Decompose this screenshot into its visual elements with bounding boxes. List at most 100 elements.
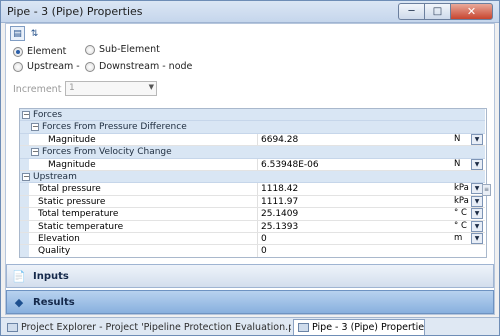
- category-pressure-difference[interactable]: − Forces From Pressure Difference: [20, 121, 485, 134]
- radio-element[interactable]: Element: [13, 46, 66, 57]
- radio-downstream-label: Downstream - node: [99, 61, 193, 72]
- maximize-button[interactable]: □: [424, 3, 450, 20]
- unit-label: ° C: [454, 220, 467, 231]
- grid-divider: [257, 133, 258, 146]
- close-button[interactable]: ✕: [450, 3, 493, 20]
- grid-divider: [257, 220, 258, 232]
- unit-label: kPa: [454, 195, 469, 206]
- minimize-button[interactable]: ─: [398, 3, 424, 20]
- unit-dropdown-icon[interactable]: ▼: [471, 220, 483, 232]
- unit-dropdown-icon[interactable]: ▼: [471, 233, 483, 244]
- unit-dropdown-icon[interactable]: ▼: [471, 133, 483, 145]
- unit-label: m: [454, 233, 463, 243]
- grid-gutter: [20, 233, 29, 245]
- unit-label: ° C: [454, 208, 467, 219]
- category-forces[interactable]: − Forces: [20, 109, 485, 122]
- window-title: Pipe - 3 (Pipe) Properties: [7, 5, 143, 18]
- unit-label: N: [454, 133, 461, 144]
- grid-divider: [257, 158, 258, 170]
- tab-pipe-properties-label: Pipe - 3 (Pipe) Properties: [312, 322, 425, 333]
- grid-row[interactable]: Elevation 0 m ▼: [20, 233, 485, 246]
- grid-gutter: [20, 245, 29, 257]
- grid-gutter: [20, 158, 29, 170]
- inputs-panel-bar[interactable]: 📄 Inputs: [6, 264, 494, 288]
- scroll-grip-icon[interactable]: ≡: [482, 184, 491, 196]
- grid-scrollbar[interactable]: ≡: [482, 184, 492, 197]
- window-controls: ─ □ ✕: [398, 3, 493, 20]
- title-bar[interactable]: Pipe - 3 (Pipe) Properties ─ □ ✕: [1, 1, 499, 23]
- property-name: Total temperature: [38, 209, 119, 220]
- property-name: Static temperature: [38, 221, 124, 232]
- collapse-icon[interactable]: −: [22, 173, 30, 181]
- grid-row[interactable]: Magnitude 6.53948E-06 N ▼: [20, 158, 485, 171]
- grid-row[interactable]: Magnitude 6694.28 N ▼: [20, 133, 485, 147]
- property-name: Magnitude: [48, 159, 96, 170]
- chevron-down-icon: ▼: [148, 83, 154, 91]
- increment-select[interactable]: 1 ▼: [65, 81, 157, 96]
- grid-gutter: [20, 121, 29, 133]
- grid-divider: [257, 245, 258, 257]
- maximize-icon: □: [432, 6, 443, 17]
- property-value[interactable]: 6694.28: [261, 135, 298, 145]
- increment-value: 1: [69, 83, 75, 93]
- radio-downstream-button[interactable]: [85, 61, 95, 72]
- radio-element-button[interactable]: [13, 46, 23, 57]
- radio-sub-element-label: Sub-Element: [99, 44, 160, 55]
- grid-row[interactable]: Static pressure 1111.97 kPa ▼: [20, 195, 485, 209]
- unit-dropdown-icon[interactable]: ▼: [471, 195, 483, 207]
- radio-upstream-label: Upstream -: [27, 61, 80, 72]
- property-value[interactable]: 1118.42: [261, 184, 298, 194]
- results-panel-icon: ◆: [14, 295, 24, 309]
- collapse-icon[interactable]: −: [31, 148, 39, 157]
- grid-gutter: [20, 208, 29, 220]
- grid-row[interactable]: Total pressure 1118.42 kPa ▼: [20, 183, 485, 196]
- property-grid: − Forces − Forces From Pressure Differen…: [19, 108, 487, 258]
- grid-gutter: [20, 133, 29, 146]
- property-value[interactable]: 25.1409: [261, 209, 298, 219]
- inputs-panel-icon: 📄: [12, 269, 26, 283]
- category-upstream-label: Upstream: [33, 172, 77, 182]
- tab-project-explorer[interactable]: Project Explorer - Project 'Pipeline Pro…: [3, 319, 291, 335]
- tab-pipe-properties[interactable]: Pipe - 3 (Pipe) Properties: [293, 319, 425, 335]
- grid-divider: [257, 208, 258, 220]
- grid-row[interactable]: Total temperature 25.1409 ° C ▼: [20, 208, 485, 221]
- collapse-icon[interactable]: −: [31, 123, 39, 132]
- radio-downstream[interactable]: Downstream - node: [85, 61, 192, 72]
- grid-row[interactable]: Static temperature 25.1393 ° C ▼: [20, 220, 485, 233]
- property-value[interactable]: 0: [261, 234, 267, 244]
- radio-element-label: Element: [27, 46, 67, 57]
- project-explorer-tab-icon: [7, 322, 18, 332]
- tab-project-explorer-label: Project Explorer - Project 'Pipeline Pro…: [21, 321, 291, 333]
- property-value[interactable]: 0: [261, 246, 267, 256]
- property-value[interactable]: 1111.97: [261, 197, 298, 207]
- properties-window: Pipe - 3 (Pipe) Properties ─ □ ✕ ▤ ⇅ Ele…: [0, 0, 500, 336]
- category-velocity-change[interactable]: − Forces From Velocity Change: [20, 146, 485, 159]
- grid-gutter: [20, 183, 29, 195]
- grid-row[interactable]: Quality 0: [20, 245, 485, 257]
- radio-sub-element[interactable]: Sub-Element: [85, 44, 160, 55]
- unit-label: kPa: [454, 183, 469, 194]
- radio-sub-element-button[interactable]: [85, 44, 95, 55]
- categorized-view-icon[interactable]: ▤: [10, 26, 25, 41]
- property-value[interactable]: 25.1393: [261, 222, 298, 232]
- property-value[interactable]: 6.53948E-06: [261, 160, 319, 170]
- radio-upstream-button[interactable]: [13, 61, 23, 72]
- properties-tab-icon: [298, 323, 309, 332]
- properties-content: ▤ ⇅ Element Sub-Element Upstream - Downs…: [5, 23, 495, 315]
- collapse-icon[interactable]: −: [22, 111, 30, 119]
- unit-dropdown-icon[interactable]: ▼: [471, 158, 483, 170]
- radio-upstream[interactable]: Upstream -: [13, 61, 80, 72]
- results-panel-bar[interactable]: ◆ Results: [6, 290, 494, 314]
- property-name: Quality: [38, 246, 71, 257]
- results-panel-label: Results: [33, 296, 75, 308]
- grid-divider: [257, 233, 258, 245]
- category-velocity-change-label: Forces From Velocity Change: [42, 147, 172, 158]
- grid-gutter: [20, 195, 29, 208]
- property-name: Total pressure: [38, 184, 101, 195]
- document-tab-strip: Project Explorer - Project 'Pipeline Pro…: [1, 317, 499, 335]
- inputs-panel-label: Inputs: [33, 270, 69, 282]
- grid-divider: [257, 195, 258, 208]
- unit-dropdown-icon[interactable]: ▼: [471, 208, 483, 220]
- sort-az-icon[interactable]: ⇅: [27, 26, 42, 41]
- category-upstream[interactable]: − Upstream: [20, 171, 485, 184]
